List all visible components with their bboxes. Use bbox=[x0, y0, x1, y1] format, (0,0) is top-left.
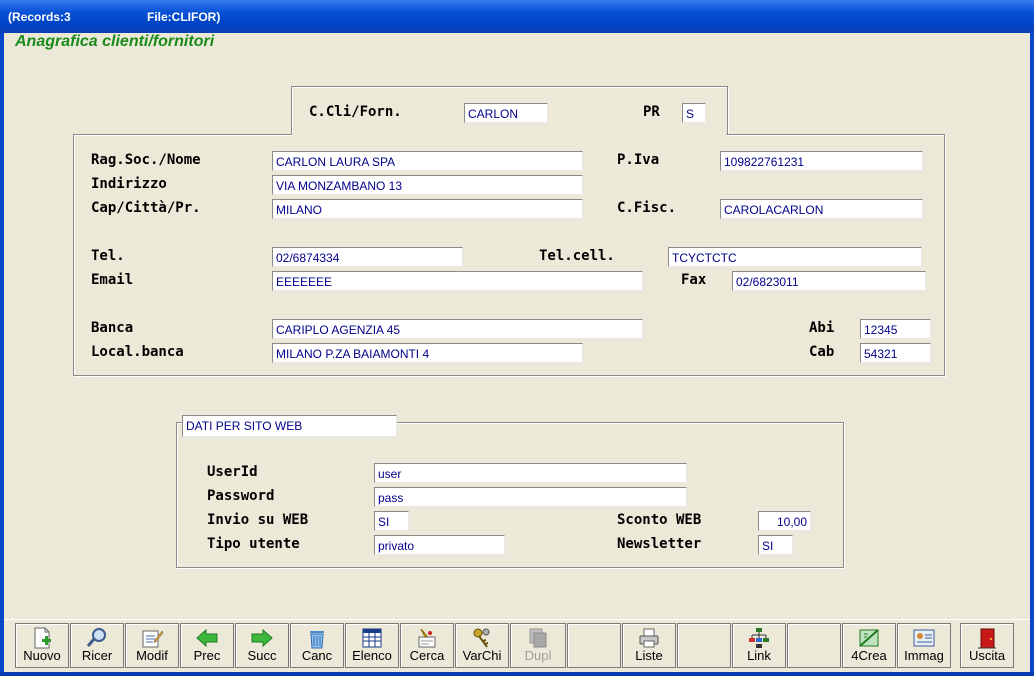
cerca-button[interactable]: Cerca bbox=[400, 623, 454, 668]
window-border-bottom bbox=[0, 672, 1034, 676]
link-label: Link bbox=[747, 648, 771, 663]
email-label: Email bbox=[91, 272, 134, 288]
localbanca-label: Local.banca bbox=[91, 344, 184, 360]
indirizzo-field[interactable]: VIA MONZAMBANO 13 bbox=[272, 175, 583, 195]
modif-button[interactable]: Modif bbox=[125, 623, 179, 668]
banca-field[interactable]: CARIPLO AGENZIA 45 bbox=[272, 319, 643, 339]
sconto-label: Sconto WEB bbox=[617, 512, 702, 528]
elenco-button[interactable]: Elenco bbox=[345, 623, 399, 668]
uscita-label: Uscita bbox=[968, 648, 1006, 663]
code-label: C.Cli/Forn. bbox=[309, 104, 402, 120]
prec-label: Prec bbox=[193, 648, 221, 663]
indirizzo-label: Indirizzo bbox=[91, 176, 167, 192]
invio-label: Invio su WEB bbox=[207, 512, 309, 528]
dupl-label: Dupl bbox=[524, 648, 552, 663]
modif-label: Modif bbox=[136, 648, 168, 663]
cerca-label: Cerca bbox=[409, 648, 445, 663]
succ-button[interactable]: Succ bbox=[235, 623, 289, 668]
email-field[interactable]: EEEEEEE bbox=[272, 271, 643, 291]
edit-document-icon bbox=[142, 630, 164, 648]
tel-field[interactable]: 02/6874334 bbox=[272, 247, 463, 267]
link-button[interactable]: Link bbox=[732, 623, 786, 668]
ricer-button[interactable]: Ricer bbox=[70, 623, 124, 668]
empty-button-3[interactable] bbox=[787, 623, 841, 668]
exit-door-icon bbox=[978, 628, 996, 649]
uscita-button[interactable]: Uscita bbox=[960, 623, 1014, 668]
cap-field[interactable]: MILANO bbox=[272, 199, 583, 219]
liste-button[interactable]: Liste bbox=[622, 623, 676, 668]
create-icon bbox=[859, 629, 879, 647]
pr-field[interactable]: S bbox=[682, 103, 706, 123]
password-field[interactable]: pass bbox=[374, 487, 687, 507]
cfisc-field[interactable]: CAROLACARLON bbox=[720, 199, 923, 219]
piva-label: P.Iva bbox=[617, 152, 660, 168]
nuovo-button[interactable]: Nuovo bbox=[15, 623, 69, 668]
invio-field[interactable]: SI bbox=[374, 511, 409, 531]
trash-icon bbox=[310, 631, 324, 649]
new-document-icon bbox=[34, 627, 51, 649]
cfisc-label: C.Fisc. bbox=[617, 200, 677, 216]
succ-label: Succ bbox=[247, 648, 277, 663]
userid-field[interactable]: user bbox=[374, 463, 687, 483]
sconto-field[interactable]: 10,00 bbox=[758, 511, 811, 531]
ragsoc-label: Rag.Soc./Nome bbox=[91, 152, 201, 168]
prec-button[interactable]: Prec bbox=[180, 623, 234, 668]
pr-label: PR bbox=[643, 104, 660, 120]
arrow-right-icon bbox=[251, 628, 273, 648]
immag-button[interactable]: Immag bbox=[897, 623, 951, 668]
crea-button[interactable]: 4Crea bbox=[842, 623, 896, 668]
title-bar: (Records:3 File:CLIFOR) bbox=[0, 0, 1034, 33]
magnifier-icon bbox=[86, 628, 106, 647]
table-list-icon bbox=[362, 628, 382, 648]
nuovo-label: Nuovo bbox=[23, 648, 61, 663]
tel-label: Tel. bbox=[91, 248, 125, 264]
keys-icon bbox=[473, 628, 490, 648]
empty-button-1[interactable] bbox=[567, 623, 621, 668]
crea-label: 4Crea bbox=[851, 648, 887, 663]
immag-label: Immag bbox=[904, 648, 944, 663]
groupbox-joint bbox=[292, 133, 726, 136]
password-label: Password bbox=[207, 488, 275, 504]
piva-field[interactable]: 109822761231 bbox=[720, 151, 923, 171]
duplicate-icon bbox=[529, 628, 547, 648]
liste-label: Liste bbox=[635, 648, 663, 663]
tipo-label: Tipo utente bbox=[207, 536, 300, 552]
records-count: (Records:3 bbox=[8, 10, 71, 24]
image-card-icon bbox=[913, 629, 935, 647]
ragsoc-field[interactable]: CARLON LAURA SPA bbox=[272, 151, 583, 171]
fax-label: Fax bbox=[681, 272, 707, 288]
abi-label: Abi bbox=[809, 320, 835, 336]
tipo-field[interactable]: privato bbox=[374, 535, 505, 555]
elenco-label: Elenco bbox=[352, 648, 392, 663]
varchi-label: VarChi bbox=[462, 648, 502, 663]
window-border-right bbox=[1030, 33, 1034, 676]
varchi-button[interactable]: VarChi bbox=[455, 623, 509, 668]
dupl-button[interactable]: Dupl bbox=[510, 623, 566, 668]
arrow-left-icon bbox=[196, 628, 218, 648]
cab-field[interactable]: 54321 bbox=[860, 343, 931, 363]
cab-label: Cab bbox=[809, 344, 835, 360]
window-border-left bbox=[0, 33, 4, 676]
code-field[interactable]: CARLON bbox=[464, 103, 548, 123]
localbanca-field[interactable]: MILANO P.ZA BAIAMONTI 4 bbox=[272, 343, 583, 363]
file-name: File:CLIFOR) bbox=[147, 10, 221, 24]
newsletter-label: Newsletter bbox=[617, 536, 702, 552]
userid-label: UserId bbox=[207, 464, 258, 480]
abi-field[interactable]: 12345 bbox=[860, 319, 931, 339]
empty-button-2[interactable] bbox=[677, 623, 731, 668]
cell-label: Tel.cell. bbox=[539, 248, 615, 264]
link-tree-icon bbox=[749, 628, 769, 648]
printer-icon bbox=[639, 628, 659, 648]
cap-label: Cap/Città/Pr. bbox=[91, 200, 201, 216]
newsletter-field[interactable]: SI bbox=[758, 535, 793, 555]
search-highlight-icon bbox=[418, 628, 436, 648]
web-group-title: DATI PER SITO WEB bbox=[182, 415, 397, 437]
canc-button[interactable]: Canc bbox=[290, 623, 344, 668]
form-title: Anagrafica clienti/fornitori bbox=[15, 33, 215, 50]
banca-label: Banca bbox=[91, 320, 134, 336]
ricer-label: Ricer bbox=[81, 648, 113, 663]
canc-label: Canc bbox=[301, 648, 333, 663]
fax-field[interactable]: 02/6823011 bbox=[732, 271, 926, 291]
cell-field[interactable]: TCYCTCTC bbox=[668, 247, 922, 267]
